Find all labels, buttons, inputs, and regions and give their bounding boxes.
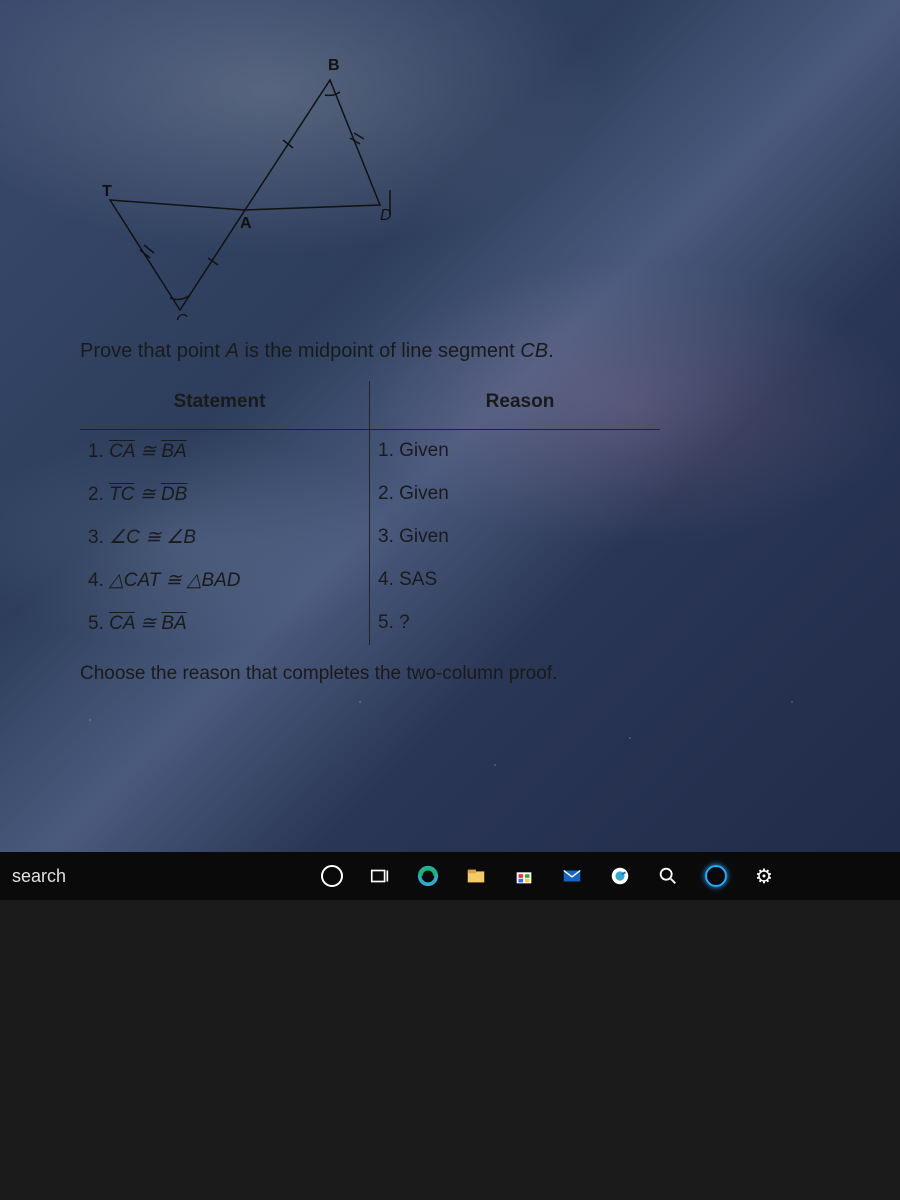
vertex-label-a: A (240, 215, 252, 232)
reason-2: 2. Given (370, 473, 660, 516)
app-icon-1[interactable] (606, 862, 634, 890)
search-magnifier-icon[interactable] (654, 862, 682, 890)
cortana-icon[interactable] (318, 862, 346, 890)
reason-1: 1. Given (370, 430, 660, 473)
screen-area: T B A C D Prove that point A is the midp… (0, 0, 900, 900)
reason-5: 5. ? (370, 602, 660, 645)
prompt-point-a: A (226, 340, 239, 362)
vertex-label-t: T (102, 183, 112, 200)
proof-table: Statement Reason 1. CA ≅ BA 1. Given 2. … (80, 381, 860, 645)
reason-4: 4. SAS (370, 559, 660, 602)
proof-prompt: Prove that point A is the midpoint of li… (80, 340, 860, 363)
stmt-3: 3. ∠C ≅ ∠B (80, 516, 370, 559)
prompt-pre: Prove that point (80, 340, 226, 362)
windows-taskbar[interactable]: search ⚙ (0, 852, 900, 900)
stmt-2: 2. TC ≅ DB (80, 473, 370, 516)
stmt-4: 4. △CAT ≅ △BAD (80, 559, 370, 602)
triangle-diagram: T B A C D (80, 40, 460, 320)
vertex-label-d: D (380, 207, 392, 224)
header-statement: Statement (80, 381, 370, 430)
edge-icon[interactable] (414, 862, 442, 890)
question-text: Choose the reason that completes the two… (80, 663, 860, 685)
prompt-mid: is the midpoint of line segment (239, 340, 520, 362)
taskbar-search-label[interactable]: search (8, 866, 248, 887)
mail-icon[interactable] (558, 862, 586, 890)
settings-gear-icon[interactable]: ⚙ (750, 862, 778, 890)
worksheet-content: T B A C D Prove that point A is the midp… (80, 40, 860, 685)
vertex-label-c: C (176, 312, 188, 320)
prompt-seg: CB (520, 340, 548, 362)
below-screen-area (0, 900, 900, 1200)
prompt-post: . (548, 340, 554, 362)
vertex-label-b: B (328, 57, 340, 74)
store-icon[interactable] (510, 862, 538, 890)
cortana-ring-icon[interactable] (702, 862, 730, 890)
stmt-1: 1. CA ≅ BA (80, 430, 370, 473)
header-reason: Reason (370, 381, 660, 430)
stmt-5: 5. CA ≅ BA (80, 602, 370, 645)
task-view-icon[interactable] (366, 862, 394, 890)
reason-3: 3. Given (370, 516, 660, 559)
file-explorer-icon[interactable] (462, 862, 490, 890)
